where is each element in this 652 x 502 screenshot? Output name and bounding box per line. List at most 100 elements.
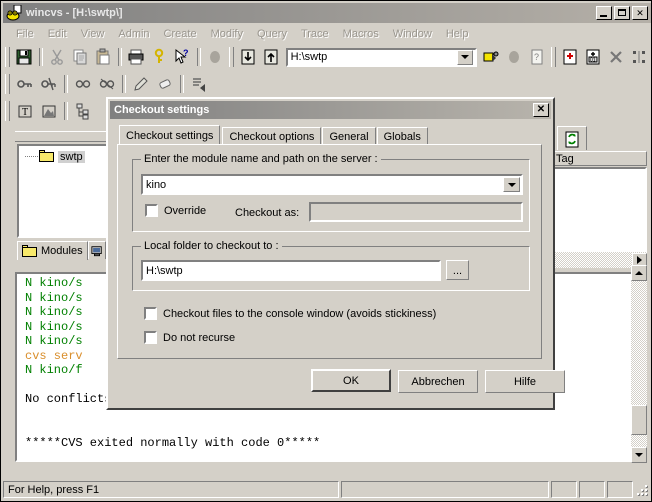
dialog-tabstrip: Checkout settings Checkout options Gener… <box>119 125 429 145</box>
modules-panel-divider <box>15 131 119 142</box>
close-button[interactable]: ✕ <box>632 6 648 20</box>
remove-button[interactable] <box>606 46 627 68</box>
toolbar-grip-4[interactable] <box>5 74 10 94</box>
help-button-label: Hilfe <box>513 375 536 388</box>
watch-off-button[interactable] <box>38 73 60 95</box>
save-button[interactable] <box>14 46 35 68</box>
graph-button[interactable] <box>629 46 650 68</box>
menu-item-edit[interactable]: Edit <box>41 27 74 41</box>
override-checkbox-row[interactable]: Override <box>145 204 206 217</box>
address-combo[interactable]: H:\swtp <box>285 47 477 67</box>
checkout-as-input[interactable] <box>309 202 523 222</box>
menu-item-trace[interactable]: Trace <box>294 27 336 41</box>
tab-general[interactable]: General <box>322 127 376 145</box>
tree-item-swtp[interactable]: swtp <box>25 150 114 163</box>
tag-column-header[interactable]: Tag <box>551 151 647 166</box>
do-not-recurse-row[interactable]: Do not recurse <box>144 331 235 344</box>
console-vertical-scrollbar[interactable] <box>631 265 647 463</box>
menu-item-query[interactable]: Query <box>250 27 294 41</box>
tab-modules-label: Modules <box>41 245 83 257</box>
resize-grip[interactable] <box>635 483 649 497</box>
toolbar-grip-2[interactable] <box>228 47 234 67</box>
folder-input[interactable]: H:\swtp <box>141 260 441 281</box>
override-checkbox[interactable] <box>145 204 158 217</box>
tab-checkout-options[interactable]: Checkout options <box>222 127 322 145</box>
commit-up-icon <box>264 49 278 65</box>
menu-item-admin[interactable]: Admin <box>111 27 156 41</box>
edit-list-button[interactable] <box>188 73 210 95</box>
dialog-title-text: Checkout settings <box>114 104 210 116</box>
edit-pencil-icon <box>134 77 148 91</box>
minimize-button[interactable] <box>596 6 612 20</box>
add-button[interactable] <box>560 46 581 68</box>
tab-modules[interactable]: Modules <box>17 241 88 260</box>
do-not-recurse-checkbox[interactable] <box>144 331 157 344</box>
modules-tree[interactable]: swtp <box>17 144 116 238</box>
tab-workspace[interactable] <box>87 241 106 259</box>
toolbar-grip[interactable] <box>5 47 10 67</box>
text-mode-button[interactable]: T <box>14 100 36 122</box>
paste-button[interactable] <box>93 46 114 68</box>
about-button[interactable] <box>149 46 170 68</box>
window-title-bar: wincvs - [H:\swtp\] ✕ <box>3 3 651 23</box>
close-icon: ✕ <box>636 7 644 18</box>
cancel-button[interactable]: Abbrechen <box>398 370 478 393</box>
menu-item-modify[interactable]: Modify <box>204 27 250 41</box>
tab-revisions[interactable] <box>557 126 587 151</box>
tag-list[interactable] <box>551 167 647 252</box>
stop-alt-button[interactable] <box>504 46 525 68</box>
save-icon <box>16 49 32 65</box>
browse-button[interactable]: ... <box>446 260 469 280</box>
watch-on-button[interactable] <box>14 73 36 95</box>
image-icon <box>42 105 56 118</box>
image-mode-button[interactable] <box>38 100 60 122</box>
edit-button[interactable] <box>130 73 152 95</box>
console-scroll-up-button[interactable] <box>631 265 647 281</box>
menu-item-help[interactable]: Help <box>439 27 476 41</box>
module-dropdown-button[interactable] <box>503 177 520 192</box>
dialog-close-button[interactable]: ✕ <box>533 103 549 117</box>
svg-text:?: ? <box>183 48 189 58</box>
unedit-glasses-icon <box>99 78 115 90</box>
add-binary-button[interactable]: 01 <box>583 46 604 68</box>
toolbar-grip-5[interactable] <box>5 101 10 121</box>
checkout-to-console-checkbox[interactable] <box>144 307 157 320</box>
commit-button[interactable] <box>261 46 282 68</box>
watchers-button[interactable] <box>72 73 94 95</box>
toolbar-grip-3[interactable] <box>550 47 556 67</box>
console-scroll-down-button[interactable] <box>631 447 647 463</box>
menu-item-view[interactable]: View <box>74 27 112 41</box>
maximize-button[interactable] <box>614 6 630 20</box>
tree-connector <box>25 155 38 158</box>
status-text: For Help, press F1 <box>3 481 339 498</box>
help-button[interactable]: Hilfe <box>485 370 565 393</box>
ok-button[interactable]: OK <box>311 369 391 392</box>
watch-off-icon <box>41 77 56 91</box>
menu-bar: File Edit View Admin Create Modify Query… <box>3 25 651 43</box>
browse-folder-button[interactable] <box>481 46 502 68</box>
print-button[interactable] <box>126 46 147 68</box>
console-line: *****CVS exited normally with code 0****… <box>25 435 321 450</box>
cut-button[interactable] <box>47 46 68 68</box>
console-scrollbar-thumb[interactable] <box>631 405 647 435</box>
tree-view-button[interactable] <box>72 100 94 122</box>
menu-item-macros[interactable]: Macros <box>336 27 386 41</box>
context-help-button[interactable]: ? <box>172 46 193 68</box>
stop-button[interactable] <box>205 46 226 68</box>
unedit-button[interactable] <box>154 73 176 95</box>
cut-icon <box>51 49 64 65</box>
menu-item-file[interactable]: File <box>9 27 41 41</box>
checkout-to-console-row[interactable]: Checkout files to the console window (av… <box>144 307 436 320</box>
query-button[interactable]: ? <box>527 46 548 68</box>
menu-item-create[interactable]: Create <box>157 27 204 41</box>
graph-icon <box>633 51 646 63</box>
address-dropdown-button[interactable] <box>456 49 473 65</box>
checkout-button[interactable] <box>238 46 259 68</box>
menu-item-window[interactable]: Window <box>386 27 439 41</box>
tab-checkout-settings[interactable]: Checkout settings <box>119 125 221 145</box>
tab-globals[interactable]: Globals <box>376 127 428 145</box>
copy-button[interactable] <box>70 46 91 68</box>
editors-button[interactable] <box>96 73 118 95</box>
module-combo[interactable]: kino <box>141 174 523 195</box>
toolbar-separator <box>64 102 68 120</box>
